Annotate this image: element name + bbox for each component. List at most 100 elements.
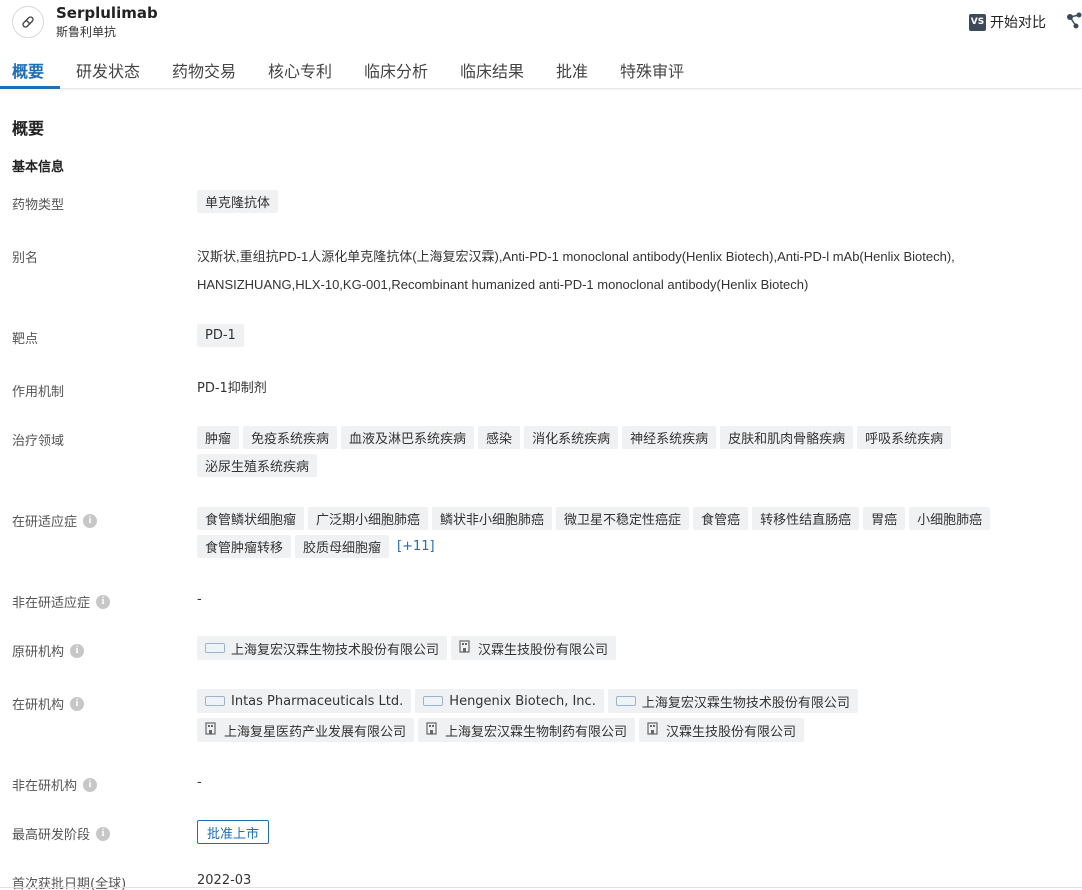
originator-label-text: 原研机构 (12, 645, 65, 660)
org-tag[interactable]: 汉霖生技股份有限公司 (451, 636, 617, 660)
tab-deals[interactable]: 药物交易 (172, 58, 236, 82)
therapy-area-tag[interactable]: 泌尿生殖系统疾病 (197, 454, 318, 477)
drug-name: Serplulimab (56, 4, 158, 22)
therapy-area-tag[interactable]: 消化系统疾病 (524, 426, 619, 449)
therapy-area-tag[interactable]: 呼吸系统疾病 (857, 426, 952, 449)
tab-bar: 概要 研发状态 药物交易 核心专利 临床分析 临床结果 批准 特殊审评 (0, 50, 1082, 89)
org-name: 上海复宏汉霖生物制药有限公司 (445, 724, 628, 740)
highest-stage-label: 最高研发阶段 i (12, 824, 111, 843)
highest-stage-tag[interactable]: 批准上市 (197, 820, 270, 844)
building-icon (459, 639, 470, 657)
tab-clinical-analysis[interactable]: 临床分析 (364, 58, 428, 82)
first-approval-value: 2022-03 (197, 873, 252, 888)
non-indications-label-text: 非在研适应症 (12, 596, 91, 611)
org-name: Hengenix Biotech, Inc. (449, 693, 596, 709)
info-icon[interactable]: i (83, 777, 98, 792)
more-indications-link[interactable]: [+11] (397, 535, 435, 558)
org-tag[interactable]: Intas Pharmaceuticals Ltd. (197, 689, 412, 713)
org-tag[interactable]: 上海复宏汉霖生物技术股份有限公司 (607, 689, 858, 713)
therapy-area-tag[interactable]: 皮肤和肌肉骨骼疾病 (720, 426, 854, 449)
indication-tag[interactable]: 小细胞肺癌 (909, 507, 991, 530)
info-icon[interactable]: i (96, 594, 111, 609)
active-orgs-label-text: 在研机构 (12, 698, 65, 713)
indication-tag[interactable]: 微卫星不稳定性癌症 (556, 507, 690, 530)
company-logo-icon (423, 696, 444, 706)
alias-value: 汉斯状,重组抗PD-1人源化单克隆抗体(上海复宏汉霖),Anti-PD-1 mo… (197, 249, 955, 292)
tab-core-patents[interactable]: 核心专利 (268, 58, 332, 82)
basic-info-title: 基本信息 (12, 160, 65, 175)
target-tags: PD-1 (197, 324, 244, 347)
indication-tag[interactable]: 食管肿瘤转移 (197, 535, 292, 558)
info-icon[interactable]: i (70, 696, 85, 711)
indication-tag[interactable]: 转移性结直肠癌 (752, 507, 860, 530)
tab-clinical-results[interactable]: 临床结果 (460, 58, 524, 82)
building-icon (426, 721, 437, 739)
indication-tag[interactable]: 食管癌 (693, 507, 749, 530)
indications-label: 在研适应症 i (12, 511, 98, 530)
tab-overview[interactable]: 概要 (12, 58, 44, 82)
originator-orgs: 上海复宏汉霖生物技术股份有限公司 汉霖生技股份有限公司 (197, 636, 1057, 660)
indication-tag[interactable]: 食管鳞状细胞瘤 (197, 507, 305, 530)
building-icon (205, 721, 216, 739)
indication-tag[interactable]: 鳞状非小细胞肺癌 (432, 507, 553, 530)
alias-label: 别名 (12, 247, 38, 266)
share-icon[interactable] (1066, 12, 1082, 34)
non-indications-label: 非在研适应症 i (12, 592, 111, 611)
target-label-text: 靶点 (12, 332, 39, 347)
alias-label-text: 别名 (12, 251, 39, 266)
therapy-area-label-text: 治疗领域 (12, 434, 65, 449)
mechanism-value: PD-1抑制剂 (197, 381, 267, 396)
drug-type-label-text: 药物类型 (12, 198, 65, 213)
target-tag[interactable]: PD-1 (197, 324, 244, 347)
drug-type-tags: 单克隆抗体 (197, 190, 279, 213)
org-tag[interactable]: 汉霖生技股份有限公司 (639, 718, 805, 742)
compare-button[interactable]: VS 开始对比 (969, 12, 1046, 32)
drug-header: Serplulimab 斯鲁利单抗 VS 开始对比 (0, 0, 1082, 44)
therapy-area-tag[interactable]: 肿瘤 (197, 426, 240, 449)
info-icon[interactable]: i (96, 826, 111, 841)
therapy-area-tag[interactable]: 神经系统疾病 (622, 426, 717, 449)
company-logo-icon (205, 696, 225, 706)
indication-tag[interactable]: 胃癌 (863, 507, 906, 530)
active-orgs: Intas Pharmaceuticals Ltd. Hengenix Biot… (197, 689, 897, 742)
therapy-area-tag[interactable]: 血液及淋巴系统疾病 (341, 426, 475, 449)
indications-tags: 食管鳞状细胞瘤 广泛期小细胞肺癌 鳞状非小细胞肺癌 微卫星不稳定性癌症 食管癌 … (197, 507, 1057, 558)
building-icon (647, 721, 658, 739)
active-tab-indicator (0, 86, 60, 89)
section-title: 概要 (12, 119, 45, 138)
org-name: 上海复宏汉霖生物技术股份有限公司 (641, 695, 850, 711)
bottom-divider (0, 887, 1082, 888)
org-tag[interactable]: 上海复星医药产业发展有限公司 (197, 718, 415, 742)
active-orgs-label: 在研机构 i (12, 694, 85, 713)
drug-chinese-name: 斯鲁利单抗 (56, 25, 117, 39)
tab-rd-status[interactable]: 研发状态 (76, 58, 140, 82)
therapy-area-tag[interactable]: 感染 (478, 426, 521, 449)
drug-type-tag[interactable]: 单克隆抗体 (197, 190, 279, 213)
tab-approval[interactable]: 批准 (556, 58, 588, 82)
org-name: 上海复星医药产业发展有限公司 (224, 724, 407, 740)
inactive-orgs-value: - (197, 775, 202, 790)
indications-label-text: 在研适应症 (12, 515, 78, 530)
target-label: 靶点 (12, 328, 38, 347)
therapy-area-tag[interactable]: 免疫系统疾病 (243, 426, 338, 449)
compare-label: 开始对比 (990, 15, 1046, 31)
indication-tag[interactable]: 广泛期小细胞肺癌 (308, 507, 429, 530)
org-tag[interactable]: Hengenix Biotech, Inc. (415, 689, 604, 713)
non-indications-value: - (197, 592, 202, 607)
org-tag[interactable]: 上海复宏汉霖生物技术股份有限公司 (197, 636, 448, 660)
company-logo-icon (615, 696, 636, 706)
company-logo-icon (205, 643, 225, 653)
therapy-area-label: 治疗领域 (12, 430, 64, 449)
info-icon[interactable]: i (83, 513, 98, 528)
org-tag[interactable]: 上海复宏汉霖生物制药有限公司 (418, 718, 636, 742)
org-name: 汉霖生技股份有限公司 (478, 642, 609, 658)
indication-tag[interactable]: 胶质母细胞瘤 (295, 535, 390, 558)
drug-type-label: 药物类型 (12, 194, 64, 213)
info-icon[interactable]: i (70, 643, 85, 658)
originator-label: 原研机构 i (12, 641, 85, 660)
tab-special-review[interactable]: 特殊审评 (620, 58, 684, 82)
inactive-orgs-label-text: 非在研机构 (12, 779, 78, 794)
org-name: Intas Pharmaceuticals Ltd. (231, 693, 404, 709)
highest-stage-label-text: 最高研发阶段 (12, 828, 91, 843)
vs-icon: VS (969, 13, 986, 31)
